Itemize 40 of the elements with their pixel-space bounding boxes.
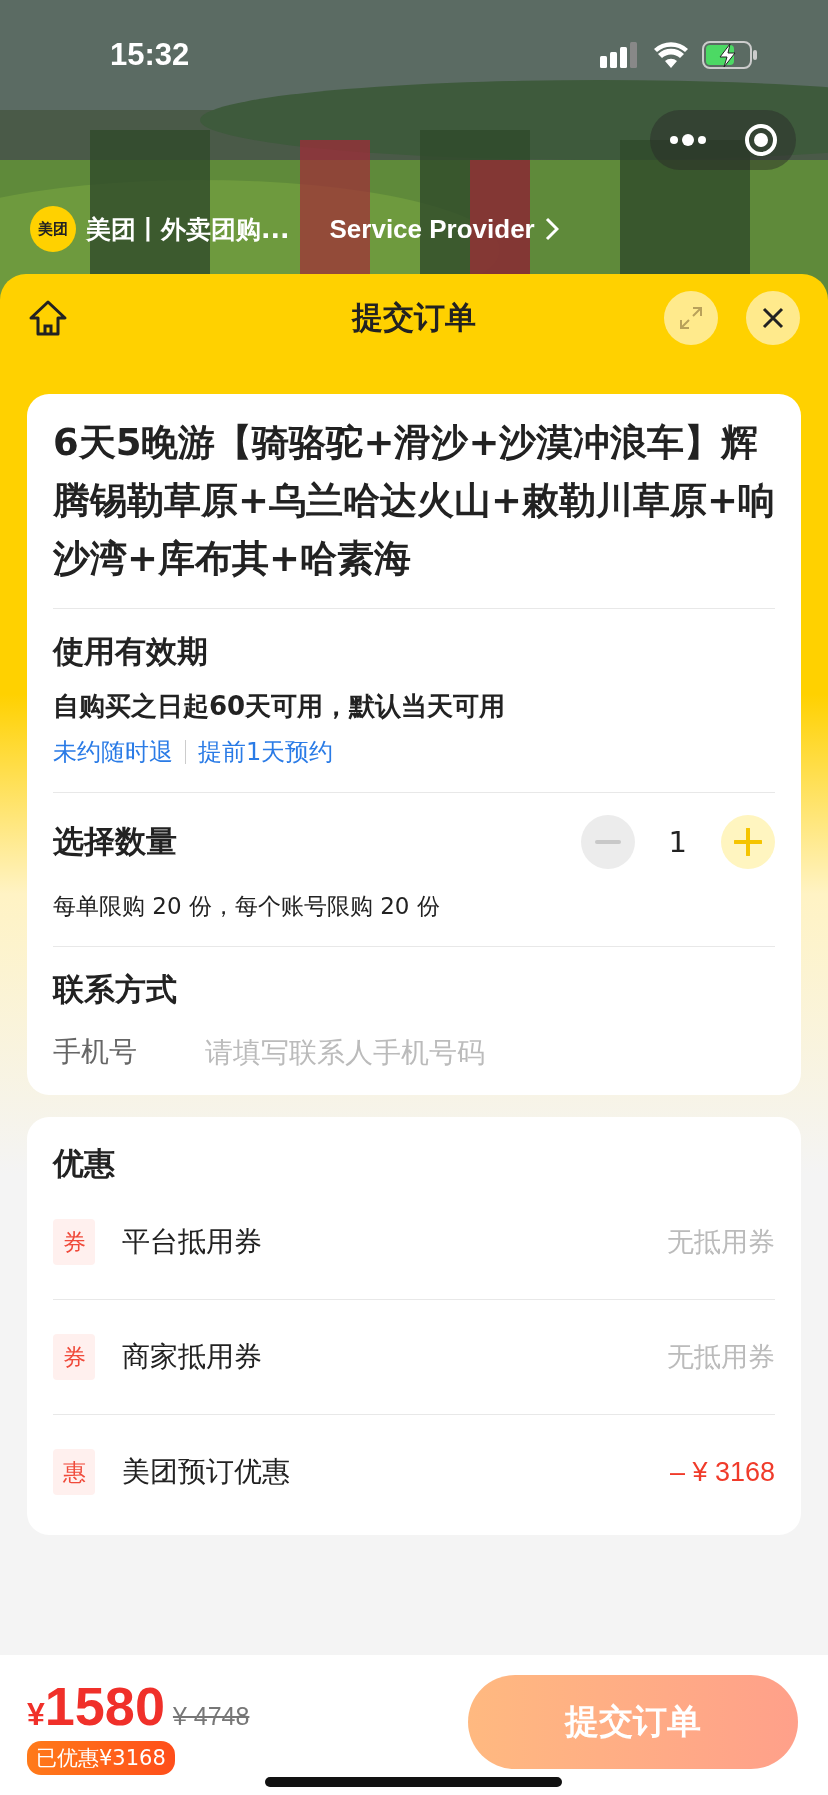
sheet-title: 提交订单 [352,299,476,335]
discount-label: 美团预订优惠 [122,1454,290,1490]
service-provider-link[interactable]: Service Provider [329,213,535,245]
discount-label: 平台抵用券 [122,1224,262,1260]
battery-charging-icon [702,41,758,69]
expand-icon [678,305,704,331]
plus-icon [734,828,762,856]
phone-input[interactable]: 请填写联系人手机号码 [205,1035,625,1069]
total-price: ¥1580 [27,1675,165,1737]
minus-icon [594,840,621,844]
coupon-badge: 券 [53,1334,95,1380]
discount-value[interactable]: 无抵用券 [667,1339,775,1375]
close-icon [761,306,785,330]
discount-value[interactable]: – ¥ 3168 [669,1456,775,1488]
phone-label: 手机号 [53,1034,138,1070]
close-button[interactable] [746,291,800,345]
section-heading: 优惠 [53,1144,116,1183]
status-time: 15:32 [110,37,190,73]
validity-text: 自购买之日起60天可用，默认当天可用 [53,690,507,723]
discount-value[interactable]: 无抵用券 [667,1224,775,1260]
policy-tag: 未约随时退 [53,736,173,768]
home-icon[interactable] [28,299,68,337]
more-icon[interactable] [668,134,708,146]
section-heading: 联系方式 [53,970,178,1009]
saved-badge: 已优惠¥3168 [27,1741,175,1775]
section-heading: 使用有效期 [53,632,209,671]
wifi-icon [654,42,688,68]
coupon-badge: 券 [53,1219,95,1265]
signal-icon [600,42,640,68]
chevron-right-icon[interactable] [544,217,559,241]
discount-label: 商家抵用券 [122,1339,262,1375]
product-title: 6天5晚游【骑骆驼+滑沙+沙漠冲浪车】辉腾锡勒草原+乌兰哈达火山+敕勒川草原+响沙湾+库布其+哈素海 [53,394,775,609]
app-name: 美团丨外卖团购... [86,213,290,246]
original-price: ¥ 4748 [172,1702,250,1731]
coupon-badge: 惠 [53,1449,95,1495]
quantity-value: 1 [668,825,687,859]
section-heading: 选择数量 [53,822,177,861]
target-icon[interactable] [744,123,778,157]
purchase-limit: 每单限购 20 份，每个账号限购 20 份 [53,892,441,921]
policy-tag: 提前1天预约 [198,736,334,768]
